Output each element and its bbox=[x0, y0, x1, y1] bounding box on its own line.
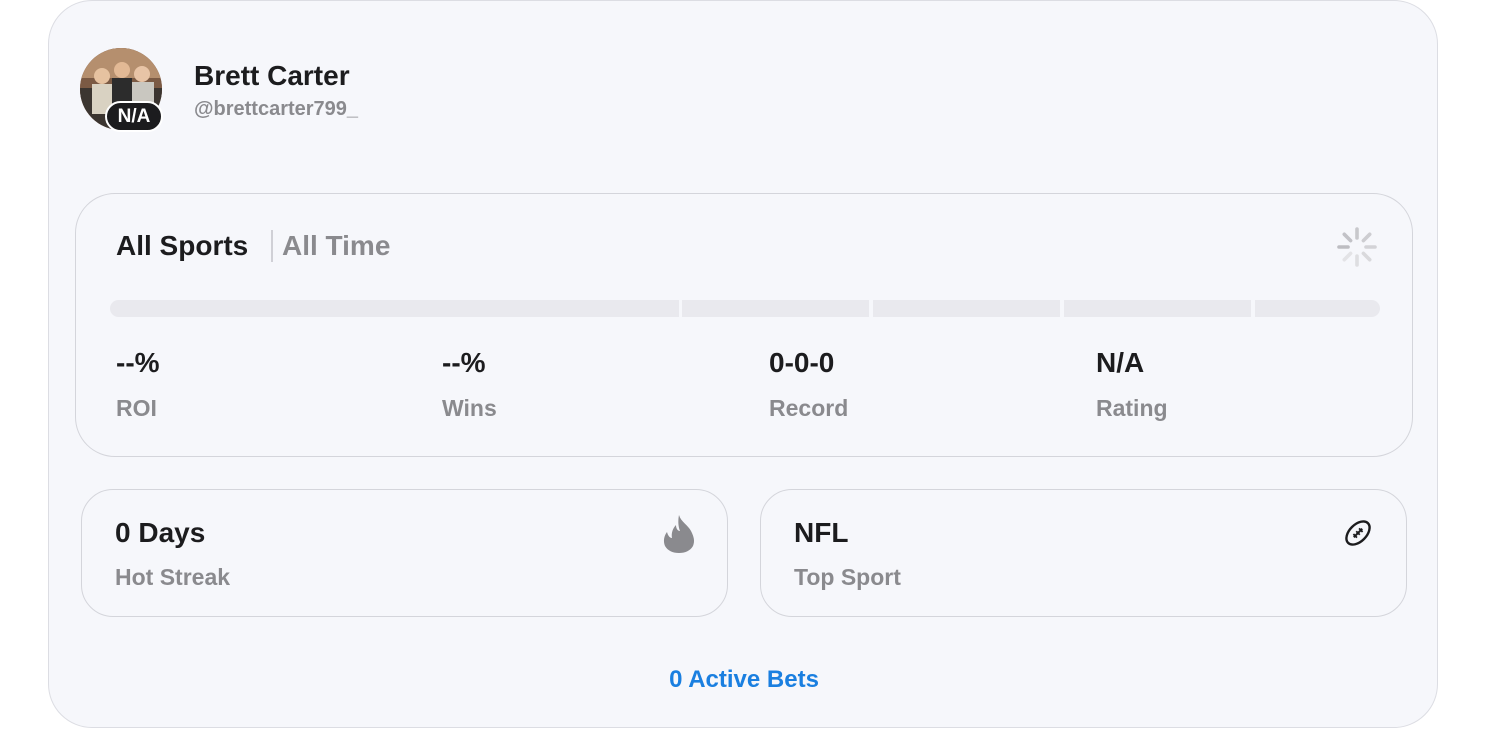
hot-streak-card[interactable] bbox=[81, 489, 728, 617]
top-sport-label: Top Sport bbox=[794, 564, 901, 590]
timeframe-filter[interactable]: All Time bbox=[282, 230, 390, 262]
hot-streak-value: 0 Days bbox=[115, 517, 206, 548]
progress-segment bbox=[873, 300, 1060, 317]
roi-label: ROI bbox=[116, 395, 157, 421]
progress-segment bbox=[1255, 300, 1380, 317]
progress-segment bbox=[682, 300, 869, 317]
active-bets-link[interactable]: 0 Active Bets bbox=[0, 666, 1488, 694]
profile-name: Brett Carter bbox=[194, 60, 350, 91]
profile-handle: @brettcarter799_ bbox=[194, 98, 359, 120]
record-label: Record bbox=[769, 395, 849, 421]
record-value: 0-0-0 bbox=[769, 347, 835, 378]
progress-segment bbox=[110, 300, 679, 317]
football-icon bbox=[1345, 520, 1371, 546]
rank-badge: N/A bbox=[105, 101, 163, 132]
wins-value: --% bbox=[442, 347, 486, 378]
flame-icon bbox=[663, 515, 695, 553]
sport-filter[interactable]: All Sports bbox=[116, 230, 248, 262]
top-sport-value: NFL bbox=[794, 517, 849, 548]
spinner-icon bbox=[1337, 227, 1377, 267]
stats-panel bbox=[75, 193, 1413, 457]
roi-value: --% bbox=[116, 347, 160, 378]
rating-value: N/A bbox=[1096, 347, 1145, 378]
filter-divider bbox=[271, 230, 273, 262]
progress-segment bbox=[1064, 300, 1251, 317]
top-sport-card[interactable] bbox=[760, 489, 1407, 617]
rating-label: Rating bbox=[1096, 395, 1168, 421]
hot-streak-label: Hot Streak bbox=[115, 564, 231, 590]
wins-label: Wins bbox=[442, 395, 497, 421]
